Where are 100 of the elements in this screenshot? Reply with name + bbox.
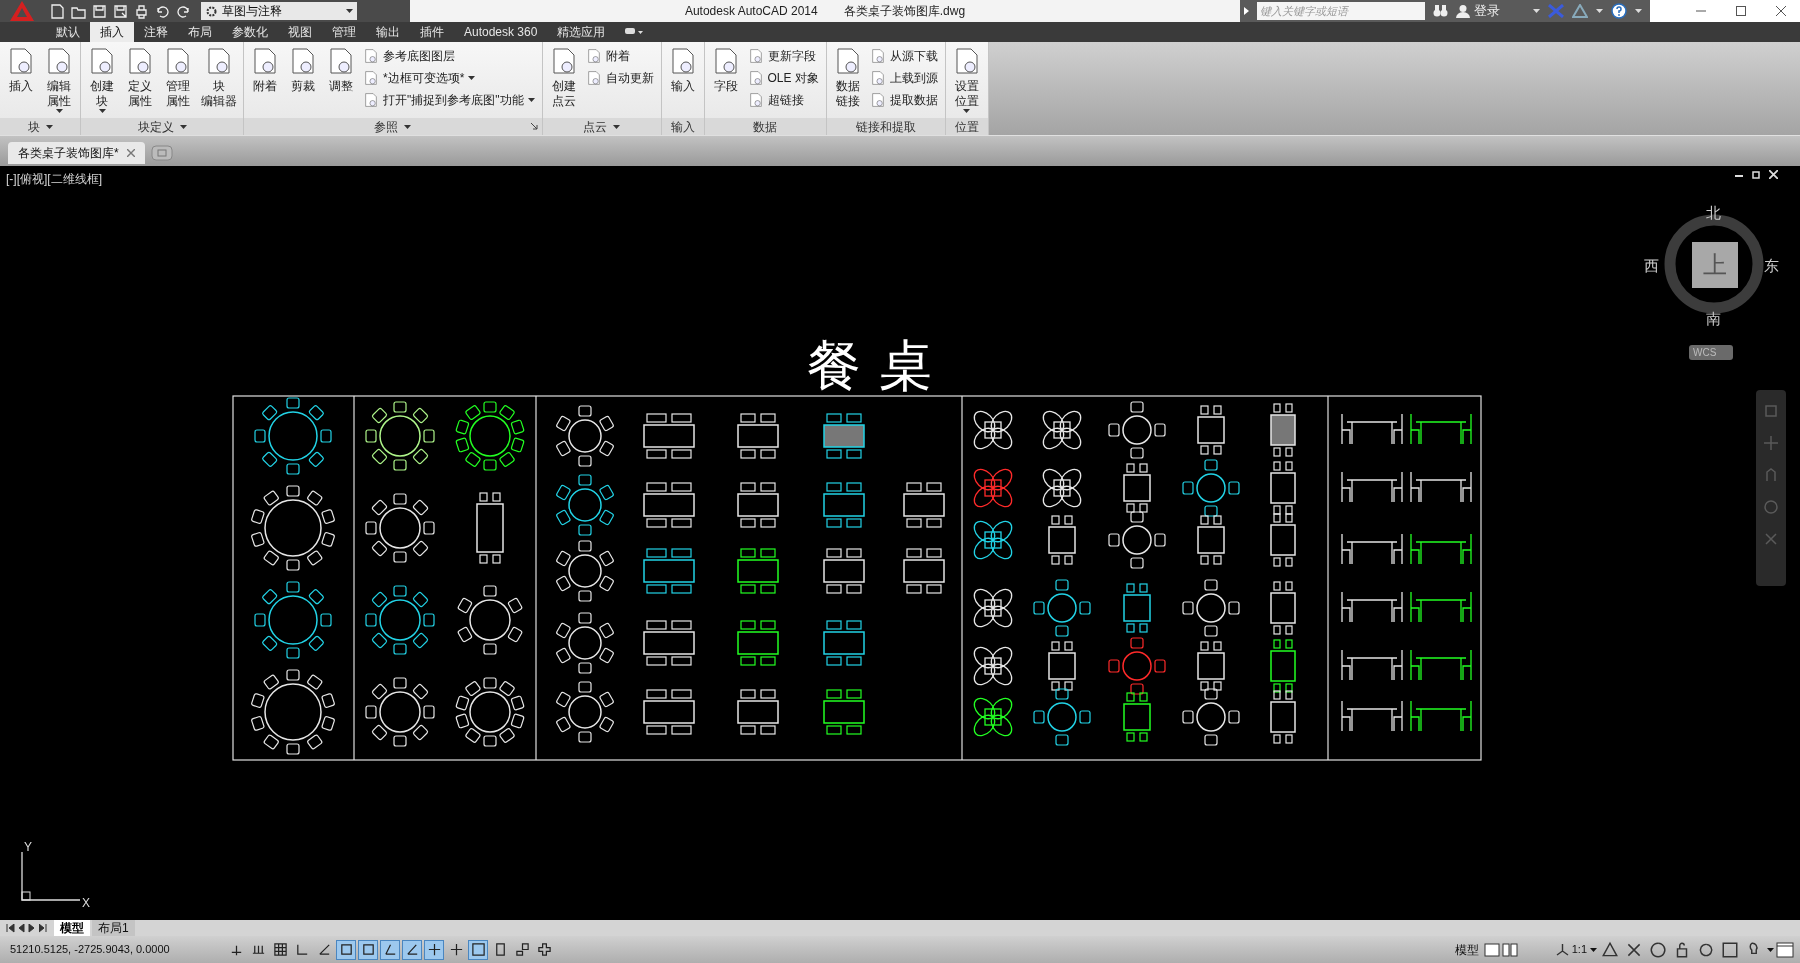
- drafting-toggle-button[interactable]: [424, 939, 444, 960]
- ribbon-large-button[interactable]: 插入: [3, 46, 39, 94]
- search-field[interactable]: 键入关键字或短语: [1257, 2, 1425, 20]
- ribbon-small-button[interactable]: 更新字段: [747, 46, 819, 65]
- toolbar-glyph-icon: [155, 3, 170, 19]
- document-icon: [869, 47, 886, 64]
- binoculars-icon[interactable]: [1433, 4, 1448, 18]
- annotation-scale-button[interactable]: 1:1: [1555, 941, 1597, 958]
- caret-icon: [346, 9, 353, 13]
- quick-access-button[interactable]: [134, 3, 149, 19]
- layout-icon[interactable]: [1501, 942, 1518, 957]
- ribbon-large-button[interactable]: 创建 点云: [545, 46, 582, 109]
- ribbon-small-button[interactable]: 从源下载: [869, 46, 938, 65]
- ribbon-tab[interactable]: 管理: [322, 22, 366, 42]
- toolbar-glyph-icon: [50, 3, 65, 19]
- drafting-toggle-button[interactable]: [336, 939, 356, 960]
- close-icon[interactable]: [1776, 6, 1786, 16]
- ribbon-tab[interactable]: 插入: [90, 22, 134, 42]
- document-tab[interactable]: 各类桌子装饰图库*: [8, 142, 145, 164]
- model-space-button[interactable]: 模型: [1451, 940, 1482, 959]
- ribbon-tab[interactable]: 布局: [178, 22, 222, 42]
- panel-title[interactable]: 点云: [583, 117, 608, 136]
- panel-title[interactable]: 块定义: [137, 117, 174, 136]
- panel-launcher-icon[interactable]: [530, 123, 538, 130]
- drafting-aid-icon: [360, 942, 376, 957]
- quick-access-button[interactable]: [113, 3, 128, 19]
- compass-east-label: 东: [1764, 256, 1779, 276]
- drafting-aid-icon: [426, 942, 442, 957]
- ribbon-tab[interactable]: Autodesk 360: [454, 22, 548, 42]
- viewport-label[interactable]: [-][俯视][二维线框]: [6, 170, 102, 188]
- panel-title[interactable]: 参照: [374, 117, 399, 136]
- triangle-icon[interactable]: [1572, 4, 1588, 18]
- ribbon-small-button[interactable]: 自动更新: [585, 68, 654, 87]
- ribbon-large-button[interactable]: 附着: [247, 46, 283, 94]
- ribbon-tab[interactable]: 精选应用: [547, 22, 616, 42]
- panel-title[interactable]: 数据: [753, 117, 778, 136]
- ribbon-large-button[interactable]: 数据 链接: [829, 46, 866, 109]
- ribbon-small-button[interactable]: 上载到源: [869, 68, 938, 87]
- x-axis-label: X: [82, 895, 90, 912]
- ribbon-small-button[interactable]: 打开"捕捉到参考底图"功能: [363, 90, 535, 109]
- drafting-toggle-button[interactable]: [402, 939, 422, 960]
- status-tool-icon[interactable]: [1649, 940, 1667, 959]
- quick-access-button[interactable]: [176, 3, 191, 19]
- ribbon-tab[interactable]: 默认: [46, 22, 90, 42]
- ribbon-small-button[interactable]: *边框可变选项*: [363, 68, 535, 87]
- ribbon-small-button[interactable]: OLE 对象: [747, 68, 819, 87]
- ribbon-large-button[interactable]: 字段: [707, 46, 744, 94]
- ribbon-large-button[interactable]: 管理 属性: [160, 46, 196, 109]
- caret-icon: [1596, 9, 1603, 13]
- panel-title[interactable]: 块: [27, 117, 40, 136]
- ribbon-tab[interactable]: 插件: [410, 22, 454, 42]
- ribbon-large-button[interactable]: 调整: [323, 46, 359, 94]
- drafting-aid-icon: [536, 942, 552, 957]
- maximize-icon[interactable]: [1736, 6, 1746, 16]
- ribbon-large-button[interactable]: 定义 属性: [122, 46, 158, 109]
- drafting-toggle-button[interactable]: [380, 939, 400, 960]
- status-tool-icon[interactable]: [1601, 940, 1619, 959]
- caret-icon: [1767, 947, 1774, 952]
- ribbon-large-button[interactable]: 设置 位置: [948, 46, 985, 113]
- panel-title[interactable]: 输入: [670, 117, 695, 136]
- status-tool-icon[interactable]: [1721, 940, 1739, 959]
- ribbon-tab[interactable]: 视图: [278, 22, 322, 42]
- y-axis-label: Y: [24, 839, 32, 856]
- ribbon-tab[interactable]: 参数化: [222, 22, 278, 42]
- layout-icon[interactable]: [1483, 942, 1500, 957]
- quick-access-button[interactable]: [50, 3, 65, 19]
- quick-access-button[interactable]: [155, 3, 170, 19]
- tab-scroll-icon[interactable]: [39, 923, 48, 933]
- document-icon: [747, 69, 764, 86]
- restore-icon[interactable]: [1752, 170, 1761, 179]
- ribbon-large-button[interactable]: 输入: [664, 46, 701, 94]
- user-icon: [1456, 4, 1470, 18]
- toolbar-glyph-icon: [113, 3, 128, 19]
- quick-access-button[interactable]: [92, 3, 107, 19]
- tab-scroll-icon[interactable]: [6, 923, 15, 933]
- ribbon-small-button[interactable]: 附着: [585, 46, 654, 65]
- sign-in-button[interactable]: 登录: [1456, 1, 1500, 21]
- panel-title[interactable]: 位置: [954, 117, 979, 136]
- layout-tab[interactable]: 布局1: [92, 920, 135, 936]
- window-icon[interactable]: [1776, 941, 1794, 958]
- compass-west-label: 西: [1644, 256, 1659, 276]
- ribbon-small-button[interactable]: 超链接: [747, 90, 819, 109]
- drafting-toggle-button[interactable]: [358, 939, 378, 960]
- ribbon-large-button[interactable]: 编辑 属性: [41, 46, 77, 113]
- workspace-dropdown[interactable]: 草图与注释: [201, 2, 357, 20]
- layout-tab[interactable]: 模型: [54, 920, 90, 936]
- ribbon-tab[interactable]: 注释: [134, 22, 178, 42]
- ribbon-small-button[interactable]: 提取数据: [869, 90, 938, 109]
- drafting-toggle-button[interactable]: [468, 939, 488, 960]
- ribbon-large-button[interactable]: 块 编辑器: [198, 46, 240, 109]
- ribbon-large-button[interactable]: 剪裁: [285, 46, 321, 94]
- toolbar-glyph-icon: [134, 3, 149, 19]
- drafting-aid-icon: [294, 942, 310, 957]
- ribbon-tab[interactable]: 输出: [366, 22, 410, 42]
- panel-title[interactable]: 链接和提取: [855, 117, 916, 136]
- caret-icon: [179, 124, 187, 129]
- ribbon-small-button[interactable]: 参考底图图层: [363, 46, 535, 65]
- help-icon[interactable]: [1611, 3, 1627, 19]
- ribbon-large-button[interactable]: 创建 块: [84, 46, 120, 113]
- document-icon: [869, 91, 886, 108]
